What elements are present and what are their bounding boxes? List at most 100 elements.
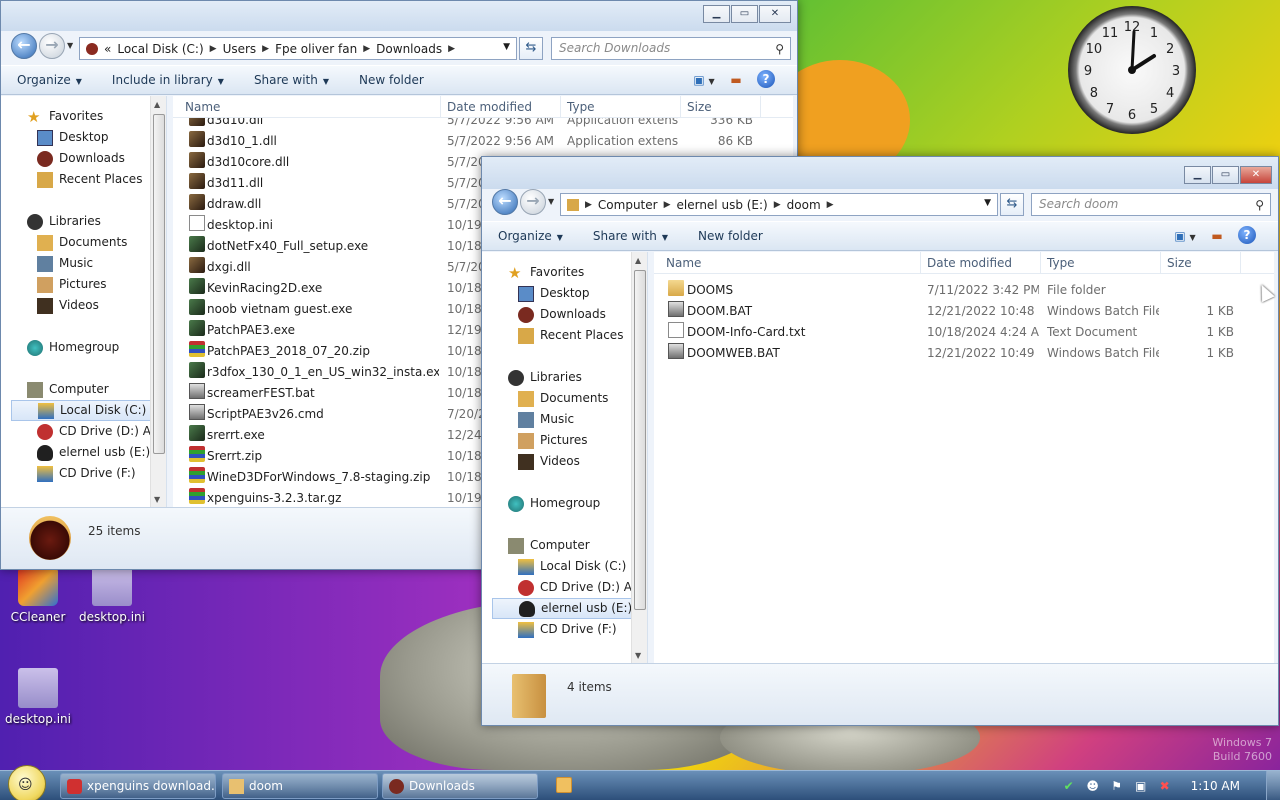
address-separator[interactable]: ▶ xyxy=(774,200,781,210)
nav-cd-drive-f[interactable]: CD Drive (F:) xyxy=(37,463,136,484)
doom-address-bar[interactable]: ▶ Computer ▶ elernel usb (E:) ▶ doom ▶ ▼ xyxy=(560,193,998,216)
nav-local-disk-c[interactable]: Local Disk (C:) xyxy=(518,556,626,577)
preview-pane-icon[interactable]: ▬ xyxy=(1206,226,1228,246)
address-separator[interactable]: ▶ xyxy=(210,44,217,54)
organize-button[interactable]: Organize ▼ xyxy=(498,229,563,243)
close-button[interactable]: ✕ xyxy=(1240,166,1272,184)
refresh-button[interactable]: ⇆ xyxy=(519,37,543,60)
address-dropdown-icon[interactable]: ▼ xyxy=(984,198,991,208)
nav-cd-drive-d[interactable]: CD Drive (D:) Ang xyxy=(37,421,166,442)
file-row[interactable]: DOOM.BAT 12/21/2022 10:48 ... Windows Batc… xyxy=(654,301,1274,322)
update-icon[interactable]: ☻ xyxy=(1085,778,1101,794)
nav-scrollbar[interactable]: ▲ ▼ xyxy=(150,96,166,508)
search-icon[interactable]: ⚲ xyxy=(1255,195,1264,216)
close-button[interactable]: ✕ xyxy=(759,5,791,23)
column-name[interactable]: Name xyxy=(179,96,441,118)
address-segment-computer[interactable]: Computer xyxy=(598,198,658,212)
address-segment-doom[interactable]: doom xyxy=(787,198,821,212)
back-button[interactable]: ← xyxy=(492,189,518,215)
address-segment-usb[interactable]: elernel usb (E:) xyxy=(677,198,768,212)
search-icon[interactable]: ⚲ xyxy=(775,39,784,60)
share-with-button[interactable]: Share with ▼ xyxy=(254,73,329,87)
media-player-icon[interactable] xyxy=(556,777,572,793)
include-in-library-button[interactable]: Include in library ▼ xyxy=(112,73,224,87)
address-separator[interactable]: ▶ xyxy=(827,200,834,210)
address-separator[interactable]: ▶ xyxy=(363,44,370,54)
desktop-icon-desktop-ini-2[interactable]: desktop.ini xyxy=(0,668,76,726)
nav-usb-e[interactable]: elernel usb (E:) xyxy=(37,442,150,463)
desktop-icon-ccleaner[interactable]: CCleaner xyxy=(0,566,76,624)
nav-libraries[interactable]: Libraries xyxy=(508,367,582,388)
action-center-flag-icon[interactable]: ⚑ xyxy=(1109,778,1125,794)
nav-computer[interactable]: Computer xyxy=(508,535,590,556)
column-name[interactable]: Name xyxy=(660,252,921,274)
volume-muted-icon[interactable]: ✖ xyxy=(1157,778,1173,794)
show-desktop-button[interactable] xyxy=(1266,771,1280,800)
nav-videos[interactable]: Videos xyxy=(37,295,99,316)
file-row[interactable]: DOOMS 7/11/2022 3:42 PM File folder xyxy=(654,280,1274,301)
nav-local-disk-c[interactable]: Local Disk (C:) xyxy=(11,400,151,421)
downloads-address-bar[interactable]: « Local Disk (C:) ▶ Users ▶ Fpe oliver fan… xyxy=(79,37,517,60)
network-icon[interactable]: ✔ xyxy=(1061,778,1077,794)
new-folder-button[interactable]: New folder xyxy=(698,229,763,243)
change-view-icon[interactable]: ▣ ▼ xyxy=(1174,226,1196,246)
address-dropdown-icon[interactable]: ▼ xyxy=(503,42,510,52)
back-button[interactable]: ← xyxy=(11,33,37,59)
scroll-up-icon[interactable]: ▲ xyxy=(154,100,160,109)
nav-favorites[interactable]: ★ Favorites xyxy=(508,262,584,283)
column-type[interactable]: Type xyxy=(561,96,681,118)
address-segment-local-disk[interactable]: Local Disk (C:) xyxy=(117,42,203,56)
nav-libraries[interactable]: Libraries xyxy=(27,211,101,232)
maximize-button[interactable]: ▭ xyxy=(1212,166,1239,184)
search-doom-input[interactable]: Search doom ⚲ xyxy=(1031,193,1271,216)
address-separator[interactable]: ▶ xyxy=(585,200,592,210)
column-date-modified[interactable]: Date modified xyxy=(921,252,1041,274)
nav-homegroup[interactable]: Homegroup xyxy=(27,337,119,358)
taskbar-item-downloads[interactable]: Downloads xyxy=(382,773,538,799)
address-separator[interactable]: ▶ xyxy=(664,200,671,210)
nav-recent-places[interactable]: Recent Places xyxy=(518,325,623,346)
column-size[interactable]: Size xyxy=(1161,252,1241,274)
nav-music[interactable]: Music xyxy=(518,409,574,430)
nav-favorites[interactable]: ★ Favorites xyxy=(27,106,103,127)
new-folder-button[interactable]: New folder xyxy=(359,73,424,87)
nav-usb-e[interactable]: elernel usb (E:) xyxy=(492,598,632,619)
help-button[interactable]: ? xyxy=(757,70,779,90)
desktop-icon-desktop-ini[interactable]: desktop.ini xyxy=(74,566,150,624)
minimize-button[interactable]: ▁ xyxy=(703,5,730,23)
clock-gadget[interactable]: 12 1 2 3 4 5 6 7 8 9 10 11 xyxy=(1068,6,1196,134)
nav-pictures[interactable]: Pictures xyxy=(37,274,107,295)
nav-documents[interactable]: Documents xyxy=(37,232,127,253)
scroll-down-icon[interactable]: ▼ xyxy=(154,495,160,504)
recent-pages-dropdown[interactable]: ▼ xyxy=(67,41,73,50)
nav-homegroup[interactable]: Homegroup xyxy=(508,493,600,514)
scroll-down-icon[interactable]: ▼ xyxy=(635,651,641,660)
address-separator[interactable]: ▶ xyxy=(262,44,269,54)
start-button[interactable]: ☺ xyxy=(8,765,46,800)
organize-button[interactable]: Organize ▼ xyxy=(17,73,82,87)
taskbar-item-xpenguins[interactable]: xpenguins download... xyxy=(60,773,216,799)
share-with-button[interactable]: Share with ▼ xyxy=(593,229,668,243)
nav-scroll-thumb[interactable] xyxy=(153,114,165,454)
preview-pane-icon[interactable]: ▬ xyxy=(725,70,747,90)
minimize-button[interactable]: ▁ xyxy=(1184,166,1211,184)
address-segment-downloads[interactable]: Downloads xyxy=(376,42,442,56)
taskbar-clock[interactable]: 1:10 AM xyxy=(1191,779,1240,793)
downloads-titlebar[interactable]: ▁ ▭ ✕ xyxy=(1,1,797,31)
nav-music[interactable]: Music xyxy=(37,253,93,274)
help-button[interactable]: ? xyxy=(1238,226,1260,246)
scroll-up-icon[interactable]: ▲ xyxy=(635,256,641,265)
refresh-button[interactable]: ⇆ xyxy=(1000,193,1024,216)
address-segment-users[interactable]: Users xyxy=(223,42,257,56)
display-icon[interactable]: ▣ xyxy=(1133,778,1149,794)
nav-downloads[interactable]: Downloads xyxy=(518,304,606,325)
file-row[interactable]: DOOMWEB.BAT 12/21/2022 10:49 ... Windows B… xyxy=(654,343,1274,364)
address-overflow-chevron[interactable]: « xyxy=(104,42,111,56)
nav-downloads[interactable]: Downloads xyxy=(37,148,125,169)
nav-scrollbar[interactable]: ▲ ▼ xyxy=(631,252,647,664)
address-separator[interactable]: ▶ xyxy=(448,44,455,54)
file-row[interactable]: d3d10_1.dll 5/7/2022 9:56 AM Application e… xyxy=(173,131,793,152)
column-type[interactable]: Type xyxy=(1041,252,1161,274)
nav-desktop[interactable]: Desktop xyxy=(37,127,109,148)
nav-cd-drive-f[interactable]: CD Drive (F:) xyxy=(518,619,617,640)
